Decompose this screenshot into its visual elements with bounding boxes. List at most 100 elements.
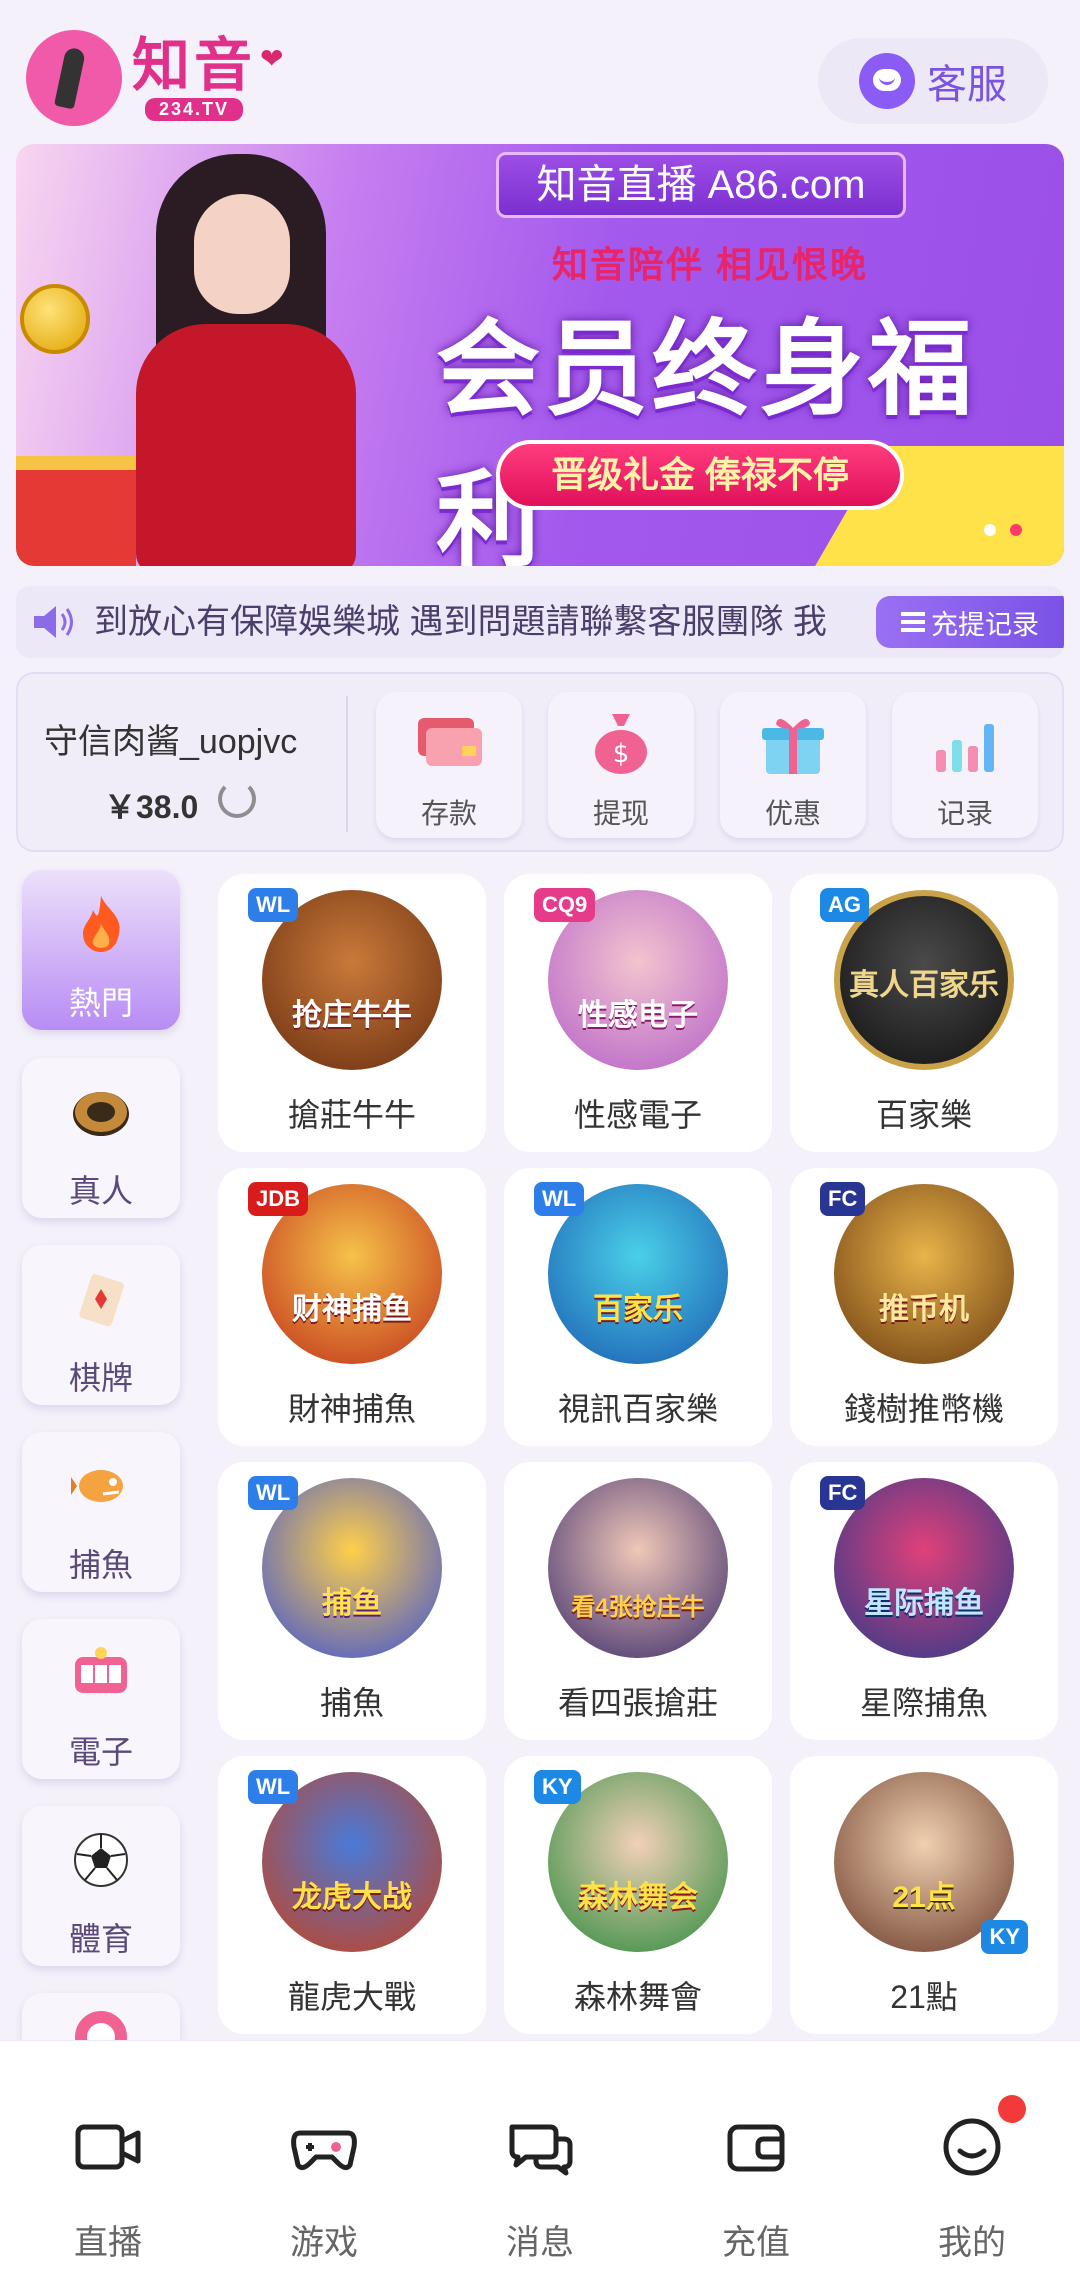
game-name: 看四張搶莊: [557, 1685, 718, 1721]
money-bag-icon: $: [595, 714, 647, 774]
provider-badge: JDB: [248, 1182, 309, 1216]
sidebar-label: 捕魚: [68, 1547, 133, 1583]
banner-site-label: 知音直播 A86.com: [496, 152, 906, 218]
sidebar-label: 棋牌: [68, 1360, 133, 1396]
lottery-ball-icon: [75, 2011, 127, 2040]
game-name: 星際捕魚: [859, 1685, 988, 1721]
flame-icon: [83, 896, 120, 952]
records-action-label: 记录: [936, 798, 993, 829]
game-card[interactable]: 百家乐 WL 視訊百家樂: [504, 1168, 772, 1446]
logo-title: 知音: [132, 32, 257, 98]
sidebar-label: 體育: [68, 1921, 133, 1957]
smiley-profile-icon: [943, 2118, 1001, 2176]
provider-badge: FC: [820, 1182, 866, 1216]
refresh-icon[interactable]: [218, 780, 256, 818]
game-thumbnail: 看4张抢庄牛: [548, 1478, 728, 1658]
provider-badge: WL: [248, 1476, 299, 1510]
nav-tab-profile[interactable]: 我的: [864, 2041, 1080, 2271]
nav-label: 充值: [722, 2224, 790, 2262]
announcement-marquee[interactable]: 到放心有保障娛樂城 遇到問題請聯繫客服團隊 我 充提记录: [16, 586, 1064, 658]
app-header: 知音 234.TV ❤ 客服: [0, 0, 1080, 140]
bottom-navigation: 直播 游戏 消息 充值 我的: [0, 2040, 1080, 2271]
game-card[interactable]: 真人百家乐 AG 百家樂: [790, 874, 1058, 1152]
sidebar-item-lottery[interactable]: [22, 1993, 180, 2040]
game-name: 百家樂: [875, 1097, 972, 1133]
game-name: 錢樹推幣機: [843, 1391, 1004, 1427]
deposit-label: 存款: [420, 798, 477, 829]
username: 守信肉酱_uopjvc: [44, 723, 298, 761]
nav-tab-recharge[interactable]: 充值: [648, 2041, 864, 2271]
card-icon: [418, 718, 482, 766]
provider-badge: KY: [534, 1770, 581, 1804]
game-card[interactable]: 财神捕鱼 JDB 財神捕魚: [218, 1168, 486, 1446]
game-card[interactable]: 推币机 FC 錢樹推幣機: [790, 1168, 1058, 1446]
records-label: 充提记录: [931, 609, 1039, 640]
bar-chart-icon: [936, 724, 994, 772]
records-button[interactable]: 记录: [892, 692, 1038, 838]
carousel-dot-active[interactable]: [1010, 524, 1022, 536]
sidebar-item-chess-cards[interactable]: 棋牌: [22, 1245, 180, 1405]
game-name: 性感電子: [573, 1097, 702, 1133]
sidebar-label: 真人: [68, 1173, 133, 1209]
provider-badge: KY: [981, 1920, 1028, 1954]
sidebar-label: 熱門: [68, 985, 133, 1021]
wallet-icon: [727, 2124, 785, 2172]
app-logo: 知音 234.TV ❤: [26, 30, 283, 126]
speaker-icon: [34, 606, 73, 638]
promotions-button[interactable]: 优惠: [720, 692, 866, 838]
gamepad-icon: [291, 2130, 357, 2171]
nav-tab-messages[interactable]: 消息: [432, 2041, 648, 2271]
sidebar-item-live[interactable]: 真人: [22, 1058, 180, 1218]
banner-tagline: 知音陪伴 相见恨晚: [552, 244, 869, 285]
game-name: 龍虎大戰: [287, 1979, 416, 2015]
game-card[interactable]: 性感电子 CQ9 性感電子: [504, 874, 772, 1152]
game-card[interactable]: 星际捕鱼 FC 星際捕魚: [790, 1462, 1058, 1740]
video-camera-icon: [75, 2124, 141, 2170]
provider-badge: WL: [534, 1182, 585, 1216]
wallet-panel: 守信肉酱_uopjvc ￥38.0 存款 $ 提现 优惠 记录: [16, 672, 1064, 852]
deposit-withdraw-records-button[interactable]: 充提记录: [876, 596, 1064, 648]
slot-machine-icon: [75, 1647, 127, 1693]
list-icon: [901, 612, 925, 632]
deposit-button[interactable]: 存款: [376, 692, 522, 838]
provider-badge: FC: [820, 1476, 866, 1510]
balance-amount: ￥38.0: [104, 789, 199, 825]
casino-chip-icon: [73, 1092, 129, 1136]
customer-service-button[interactable]: 客服: [818, 38, 1048, 124]
nav-label: 游戏: [290, 2224, 358, 2262]
announcement-text: 到放心有保障娛樂城 遇到問題請聯繫客服團隊 我: [94, 603, 827, 641]
nav-tab-live[interactable]: 直播: [0, 2041, 216, 2271]
game-name: 森林舞會: [573, 1979, 702, 2015]
promo-banner[interactable]: 知音直播 A86.com 知音陪伴 相见恨晚 会员终身福利 晋级礼金 俸禄不停: [16, 144, 1064, 566]
game-name: 21點: [890, 1979, 958, 2015]
provider-badge: CQ9: [534, 888, 596, 922]
fish-icon: [71, 1470, 123, 1502]
chat-bubbles-icon: [509, 2124, 573, 2176]
svg-text:$: $: [613, 739, 630, 769]
sidebar-item-sports[interactable]: 體育: [22, 1806, 180, 1966]
withdraw-button[interactable]: $ 提现: [548, 692, 694, 838]
banner-headline: 会员终身福利: [436, 312, 977, 566]
game-card[interactable]: 21点 KY 21點: [790, 1756, 1058, 2034]
game-card[interactable]: 森林舞会 KY 森林舞會: [504, 1756, 772, 2034]
sidebar-label: 電子: [68, 1734, 133, 1770]
game-name: 捕魚: [319, 1685, 384, 1721]
logo-subtitle: 234.TV: [144, 97, 244, 121]
nav-tab-games[interactable]: 游戏: [216, 2041, 432, 2271]
customer-service-label: 客服: [927, 63, 1007, 107]
provider-badge: WL: [248, 1770, 299, 1804]
game-name: 搶莊牛牛: [287, 1097, 416, 1133]
gift-icon: [762, 718, 824, 774]
sidebar-item-fishing[interactable]: 捕魚: [22, 1432, 180, 1592]
notification-dot: [998, 2095, 1026, 2123]
game-card[interactable]: 龙虎大战 WL 龍虎大戰: [218, 1756, 486, 2034]
game-card[interactable]: 捕鱼 WL 捕魚: [218, 1462, 486, 1740]
game-card[interactable]: 抢庄牛牛 WL 搶莊牛牛: [218, 874, 486, 1152]
sidebar-item-hot[interactable]: 熱門: [22, 870, 180, 1030]
provider-badge: AG: [820, 888, 869, 922]
game-card[interactable]: 看4张抢庄牛 看四張搶莊: [504, 1462, 772, 1740]
nav-label: 直播: [74, 2224, 142, 2262]
promotions-label: 优惠: [764, 798, 821, 829]
carousel-dot[interactable]: [984, 524, 996, 536]
sidebar-item-slots[interactable]: 電子: [22, 1619, 180, 1779]
